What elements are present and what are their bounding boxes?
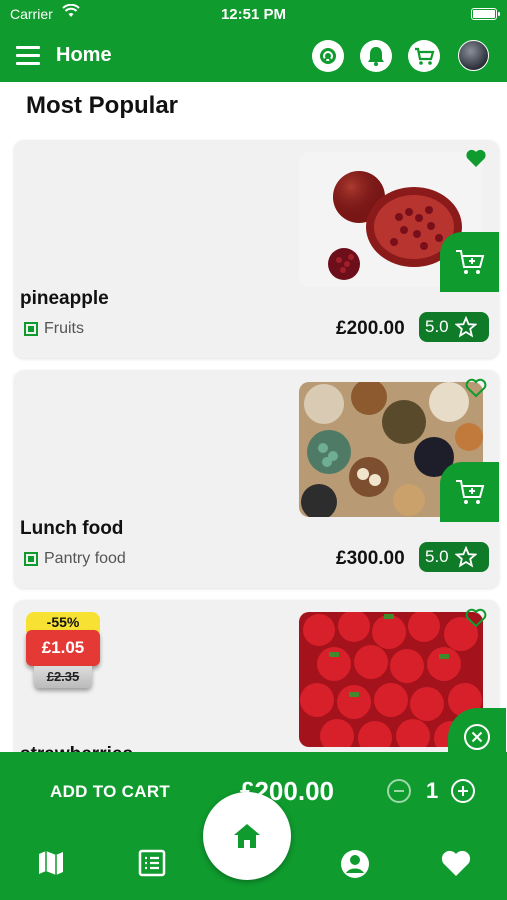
home-icon	[234, 824, 260, 848]
section-title: Most Popular	[26, 92, 179, 119]
category-icon	[24, 552, 38, 566]
rating-value: 5.0	[425, 317, 449, 336]
category-label: Pantry food	[44, 550, 126, 567]
product-name: Lunch food	[20, 518, 124, 539]
minus-icon	[387, 779, 411, 803]
nav-profile[interactable]	[339, 848, 371, 885]
star-icon	[454, 316, 477, 338]
product-price: £200.00	[336, 318, 405, 339]
add-to-cart-icon	[456, 250, 485, 274]
avatar[interactable]	[458, 40, 489, 71]
map-icon	[39, 851, 63, 875]
quantity-value: 1	[426, 778, 439, 803]
heart-icon	[441, 850, 471, 876]
cart-button[interactable]	[408, 40, 440, 72]
discount-price: £1.05	[26, 630, 100, 666]
rating-badge: 5.0	[419, 542, 489, 572]
discount-percent: -55%	[26, 612, 100, 632]
add-to-cart-label[interactable]: ADD TO CART	[50, 782, 170, 802]
menu-icon[interactable]	[16, 46, 40, 66]
product-category: Pantry food	[24, 550, 126, 568]
battery-icon	[471, 8, 500, 20]
notifications-button[interactable]	[360, 40, 392, 72]
status-bar: Carrier 12:51 PM	[0, 0, 507, 30]
refresh-button[interactable]	[312, 40, 344, 72]
original-price: £2.35	[34, 666, 92, 688]
page-title: Home	[56, 44, 112, 66]
product-card[interactable]: pineapple Fruits £200.00 5.0	[14, 140, 499, 358]
heart-icon	[466, 149, 486, 167]
product-category: Fruits	[24, 320, 84, 338]
refresh-icon	[320, 48, 336, 64]
cart-icon	[415, 47, 435, 65]
star-icon	[454, 546, 477, 568]
heart-outline-icon	[465, 608, 487, 628]
rating-value: 5.0	[425, 547, 449, 566]
product-price: £300.00	[336, 548, 405, 569]
nav-favorites[interactable]	[440, 848, 472, 883]
heart-outline-icon	[465, 378, 487, 398]
nav-home[interactable]	[203, 792, 291, 880]
bell-icon	[368, 47, 384, 66]
list-icon	[138, 849, 166, 877]
add-to-cart-icon	[456, 480, 485, 504]
add-to-cart-button[interactable]	[440, 462, 499, 522]
category-icon	[24, 322, 38, 336]
product-card[interactable]: Lunch food Pantry food £300.00 5.0	[14, 370, 499, 588]
favorite-button[interactable]	[465, 148, 487, 173]
favorite-button[interactable]	[465, 608, 487, 633]
close-icon	[464, 724, 490, 750]
rating-badge: 5.0	[419, 312, 489, 342]
discount-badge: -55% £1.05 £2.35	[26, 612, 100, 688]
favorite-button[interactable]	[465, 378, 487, 403]
add-to-cart-button[interactable]	[440, 232, 499, 292]
category-label: Fruits	[44, 320, 84, 337]
clock: 12:51 PM	[220, 6, 287, 23]
plus-icon	[451, 779, 475, 803]
app-bar: Home	[0, 30, 507, 82]
nav-map[interactable]	[36, 848, 66, 883]
product-name: pineapple	[20, 288, 109, 309]
profile-icon	[341, 850, 369, 878]
increase-quantity-button[interactable]	[450, 778, 476, 809]
decrease-quantity-button[interactable]	[386, 778, 412, 809]
nav-orders[interactable]	[137, 848, 167, 883]
